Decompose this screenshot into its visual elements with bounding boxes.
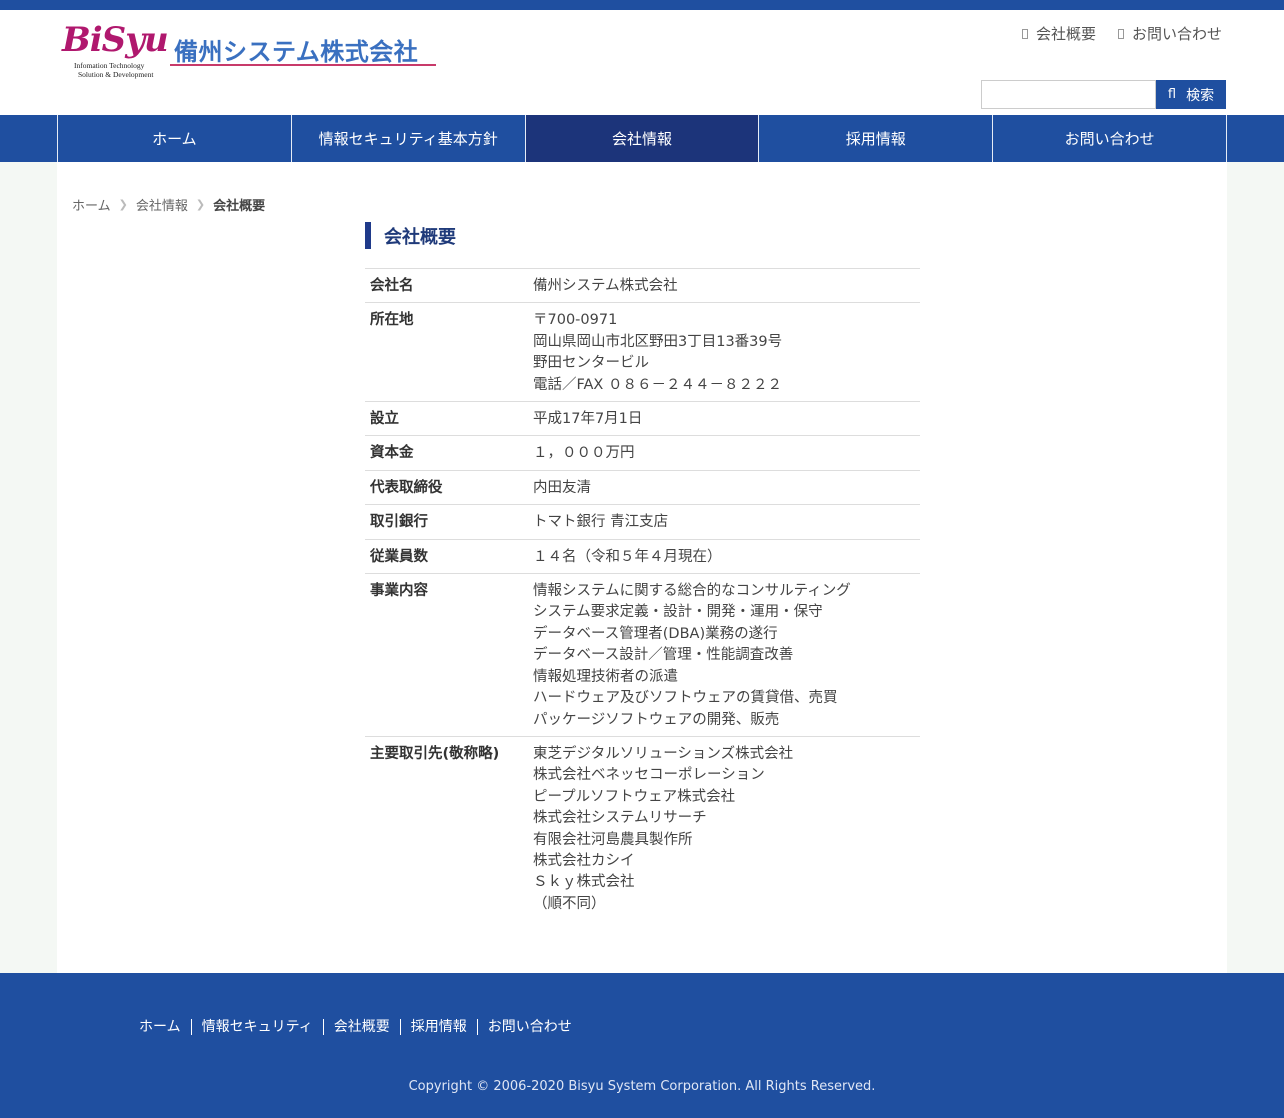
header-link-company-overview[interactable]: 会社概要	[1021, 23, 1096, 44]
row-value: １４名（令和５年４月現在）	[528, 539, 920, 573]
footer-nav: ホーム 情報セキュリティ 会社概要 採用情報 お問い合わせ	[139, 1019, 582, 1035]
value-line: １４名（令和５年４月現在）	[533, 548, 722, 565]
logo-tagline-2: Solution & Development	[78, 70, 154, 79]
value-line: 内田友清	[533, 479, 591, 496]
value-line: 株式会社カシイ	[533, 852, 635, 869]
top-accent-bar	[0, 0, 1284, 10]
value-line: １，０００万円	[533, 445, 635, 462]
row-value: トマト銀行 青江支店	[528, 505, 920, 539]
site-header: BiSyu Infomation Technology Solution & D…	[0, 10, 1284, 115]
value-line: Ｓｋｙ株式会社	[533, 874, 635, 891]
chevron-right-icon: ❯	[118, 198, 128, 211]
search-icon: fl	[1167, 87, 1177, 102]
table-row: 従業員数 １４名（令和５年４月現在）	[365, 539, 920, 573]
footer-link[interactable]: 情報セキュリティ	[190, 1019, 323, 1035]
company-info-table: 会社名 備州システム株式会社所在地 〒700-0971 岡山県岡山市北区野田3丁目13…	[365, 268, 920, 920]
value-line: 電話／FAX ０８６－２４４－８２２２	[533, 376, 782, 393]
value-line: データベース設計／管理・性能調査改善	[533, 647, 794, 664]
footer-link[interactable]: 採用情報	[399, 1019, 477, 1035]
row-label: 会社名	[370, 278, 414, 294]
global-nav: ホーム 情報セキュリティ基本方針 会社情報 採用情報 お問い合わせ	[0, 115, 1284, 162]
value-line: データベース管理者(DBA)業務の遂行	[533, 625, 778, 642]
table-row: 取引銀行 トマト銀行 青江支店	[365, 504, 920, 539]
header-link-label: お問い合わせ	[1131, 25, 1222, 43]
search-button[interactable]: fl 検索	[1156, 80, 1226, 109]
value-line: 有限会社河島農具製作所	[533, 831, 693, 848]
page-title: 会社概要	[365, 222, 456, 249]
row-value: 備州システム株式会社	[528, 269, 920, 303]
value-line: 株式会社ベネッセコーポレーション	[533, 767, 765, 784]
logo-company-name: 備州システム株式会社	[174, 38, 419, 66]
row-label: 資本金	[370, 445, 414, 462]
value-line: 情報システムに関する総合的なコンサルティング	[533, 583, 851, 600]
row-label: 従業員数	[370, 548, 428, 565]
row-label: 事業内容	[370, 583, 428, 600]
breadcrumb: ホーム ❯ 会社情報 ❯ 会社概要	[72, 195, 265, 214]
footer-link[interactable]: ホーム	[139, 1019, 191, 1035]
search-button-label: 検索	[1186, 87, 1215, 104]
value-line: 野田センタービル	[533, 355, 649, 372]
nav-item-contact[interactable]: お問い合わせ	[993, 115, 1227, 162]
logo-script: BiSyu	[62, 20, 169, 60]
row-label: 所在地	[370, 312, 414, 329]
value-line: 岡山県岡山市北区野田3丁目13番39号	[533, 333, 783, 350]
table-row: 会社名 備州システム株式会社	[365, 268, 920, 303]
value-line: ピープルソフトウェア株式会社	[533, 788, 736, 805]
logo-tagline-1: Infomation Technology	[74, 61, 145, 70]
search-form: fl 検索	[981, 80, 1226, 109]
value-line: システム要求定義・設計・開発・運用・保守	[533, 604, 823, 621]
header-link-contact[interactable]: お問い合わせ	[1117, 23, 1222, 44]
nav-item-company-info[interactable]: 会社情報	[525, 115, 760, 162]
row-value: １，０００万円	[528, 436, 920, 470]
row-value: 内田友清	[528, 470, 920, 504]
value-line: トマト銀行 青江支店	[533, 514, 669, 531]
header-utility-links: 会社概要 お問い合わせ	[1021, 23, 1222, 44]
value-line: 東芝デジタルソリューションズ株式会社	[533, 745, 794, 762]
value-line: 平成17年7月1日	[533, 411, 643, 428]
file-icon	[1021, 28, 1028, 39]
value-line: 情報処理技術者の派遣	[533, 668, 678, 685]
row-value: 〒700-0971 岡山県岡山市北区野田3丁目13番39号 野田センタービル電話／F…	[528, 303, 920, 402]
footer-link[interactable]: 会社概要	[322, 1019, 400, 1035]
value-line: 株式会社システムリサーチ	[533, 810, 707, 827]
row-label: 取引銀行	[370, 514, 428, 531]
nav-item-recruit[interactable]: 採用情報	[759, 115, 994, 162]
table-row: 事業内容 情報システムに関する総合的なコンサルティング システム要求定義・設計・開発…	[365, 573, 920, 737]
row-label: 代表取締役	[370, 479, 443, 496]
chevron-right-icon: ❯	[195, 198, 206, 211]
row-value: 情報システムに関する総合的なコンサルティング システム要求定義・設計・開発・運用・…	[528, 574, 920, 737]
value-line: 〒700-0971	[533, 312, 618, 329]
breadcrumb-home[interactable]: ホーム	[72, 195, 111, 214]
breadcrumb-current: 会社概要	[213, 199, 266, 214]
value-line: 備州システム株式会社	[533, 278, 678, 294]
table-row: 設立 平成17年7月1日	[365, 401, 920, 436]
logo-underline	[170, 64, 436, 66]
row-label: 設立	[370, 411, 399, 428]
row-label: 主要取引先(敬称略)	[370, 745, 500, 762]
row-value: 平成17年7月1日	[528, 402, 920, 436]
value-line: （順不同）	[533, 895, 606, 912]
row-value: 東芝デジタルソリューションズ株式会社 株式会社ベネッセコーポレーション ピープルソフ…	[528, 736, 920, 920]
nav-item-security-policy[interactable]: 情報セキュリティ基本方針	[292, 115, 526, 162]
table-row: 主要取引先(敬称略) 東芝デジタルソリューションズ株式会社 株式会社ベネッセコーポレ…	[365, 736, 920, 920]
search-input[interactable]	[981, 80, 1156, 109]
logo-mark: BiSyu Infomation Technology Solution & D…	[62, 20, 169, 80]
header-link-label: 会社概要	[1035, 25, 1096, 43]
nav-item-home[interactable]: ホーム	[58, 115, 292, 162]
breadcrumb-company-info[interactable]: 会社情報	[136, 195, 188, 214]
value-line: パッケージソフトウェアの開発、販売	[533, 711, 780, 728]
site-footer: ホーム 情報セキュリティ 会社概要 採用情報 お問い合わせ Copyright © 20…	[0, 973, 1284, 1118]
main-content: ホーム ❯ 会社情報 ❯ 会社概要 会社概要 会社名 備州システム株式会社所在地 〒…	[57, 162, 1227, 973]
table-row: 資本金 １，０００万円	[365, 435, 920, 470]
copyright: Copyright © 2006-2020 Bisyu System Corpo…	[408, 1079, 876, 1094]
footer-link[interactable]: お問い合わせ	[476, 1019, 582, 1035]
file-icon	[1117, 28, 1124, 39]
value-line: ハードウェア及びソフトウェアの賃貸借、売買	[533, 690, 838, 707]
table-row: 代表取締役 内田友清	[365, 470, 920, 504]
table-row: 所在地 〒700-0971 岡山県岡山市北区野田3丁目13番39号 野田センタービル電…	[365, 302, 920, 402]
site-logo[interactable]: BiSyu Infomation Technology Solution & D…	[62, 20, 442, 82]
